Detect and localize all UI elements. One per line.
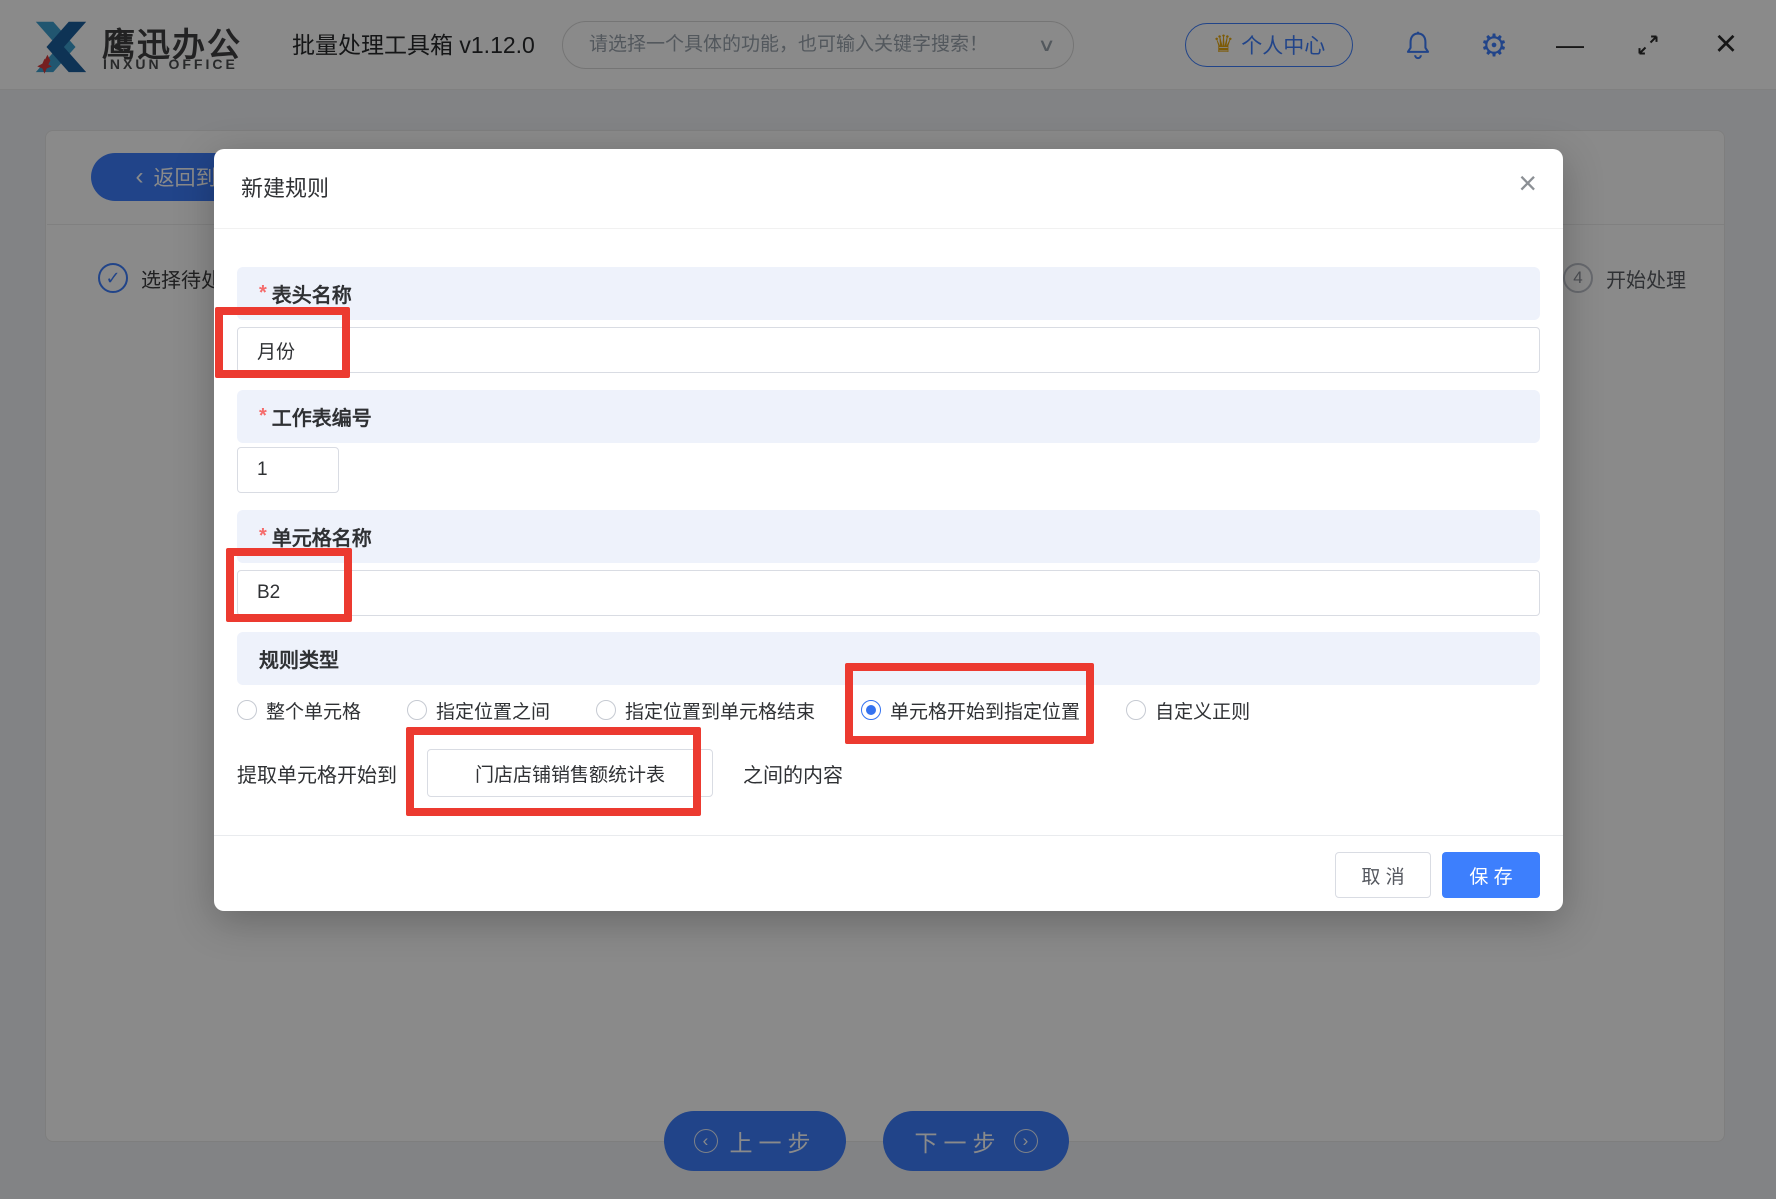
- radio-icon-selected[interactable]: [861, 700, 881, 720]
- rule-type-radio-group: 整个单元格 指定位置之间 指定位置到单元格结束 单元格开始到指定位置 自定义正则: [237, 695, 1250, 725]
- radio-icon[interactable]: [596, 700, 616, 720]
- extract-prefix-label: 提取单元格开始到: [237, 759, 397, 788]
- radio-icon[interactable]: [407, 700, 427, 720]
- extract-suffix-label: 之间的内容: [743, 759, 843, 788]
- radio-whole-cell[interactable]: 整个单元格: [237, 697, 361, 724]
- radio-position-to-cell-end[interactable]: 指定位置到单元格结束: [596, 697, 815, 724]
- field-label-header-name: * 表头名称: [237, 267, 1540, 320]
- field-label-text: 规则类型: [259, 644, 339, 673]
- radio-cell-start-to-position[interactable]: 单元格开始到指定位置: [861, 697, 1080, 724]
- radio-icon[interactable]: [1126, 700, 1146, 720]
- save-button[interactable]: 保 存: [1442, 852, 1540, 898]
- extract-input-wrap: [427, 749, 713, 797]
- field-label-rule-type: 规则类型: [237, 632, 1540, 685]
- header-name-input[interactable]: [237, 327, 1540, 373]
- radio-label: 单元格开始到指定位置: [890, 697, 1080, 724]
- radio-between-positions[interactable]: 指定位置之间: [407, 697, 550, 724]
- extract-end-marker-input[interactable]: [427, 749, 713, 797]
- radio-icon[interactable]: [237, 700, 257, 720]
- new-rule-dialog: 新建规则 × * 表头名称 * 工作表编号 * 单元格名称 规则类型 整个单元格…: [214, 149, 1563, 911]
- field-label-text: 单元格名称: [272, 522, 372, 551]
- field-label-sheet-number: * 工作表编号: [237, 390, 1540, 443]
- field-label-text: 工作表编号: [272, 402, 372, 431]
- sheet-number-input[interactable]: [237, 447, 339, 493]
- radio-label: 指定位置之间: [436, 697, 550, 724]
- cell-name-input[interactable]: [237, 570, 1540, 616]
- required-mark: *: [259, 405, 267, 428]
- required-mark: *: [259, 525, 267, 548]
- cancel-button[interactable]: 取 消: [1335, 852, 1431, 898]
- extract-rule-row: 提取单元格开始到 之间的内容: [237, 747, 843, 799]
- required-mark: *: [259, 282, 267, 305]
- dialog-title: 新建规则: [241, 171, 329, 203]
- radio-label: 自定义正则: [1155, 697, 1250, 724]
- dialog-footer-divider: [214, 835, 1563, 836]
- radio-label: 指定位置到单元格结束: [625, 697, 815, 724]
- radio-custom-regex[interactable]: 自定义正则: [1126, 697, 1250, 724]
- dialog-close-icon[interactable]: ×: [1518, 167, 1537, 199]
- field-label-text: 表头名称: [272, 279, 352, 308]
- field-label-cell-name: * 单元格名称: [237, 510, 1540, 563]
- radio-label: 整个单元格: [266, 697, 361, 724]
- dialog-header-divider: [214, 228, 1563, 229]
